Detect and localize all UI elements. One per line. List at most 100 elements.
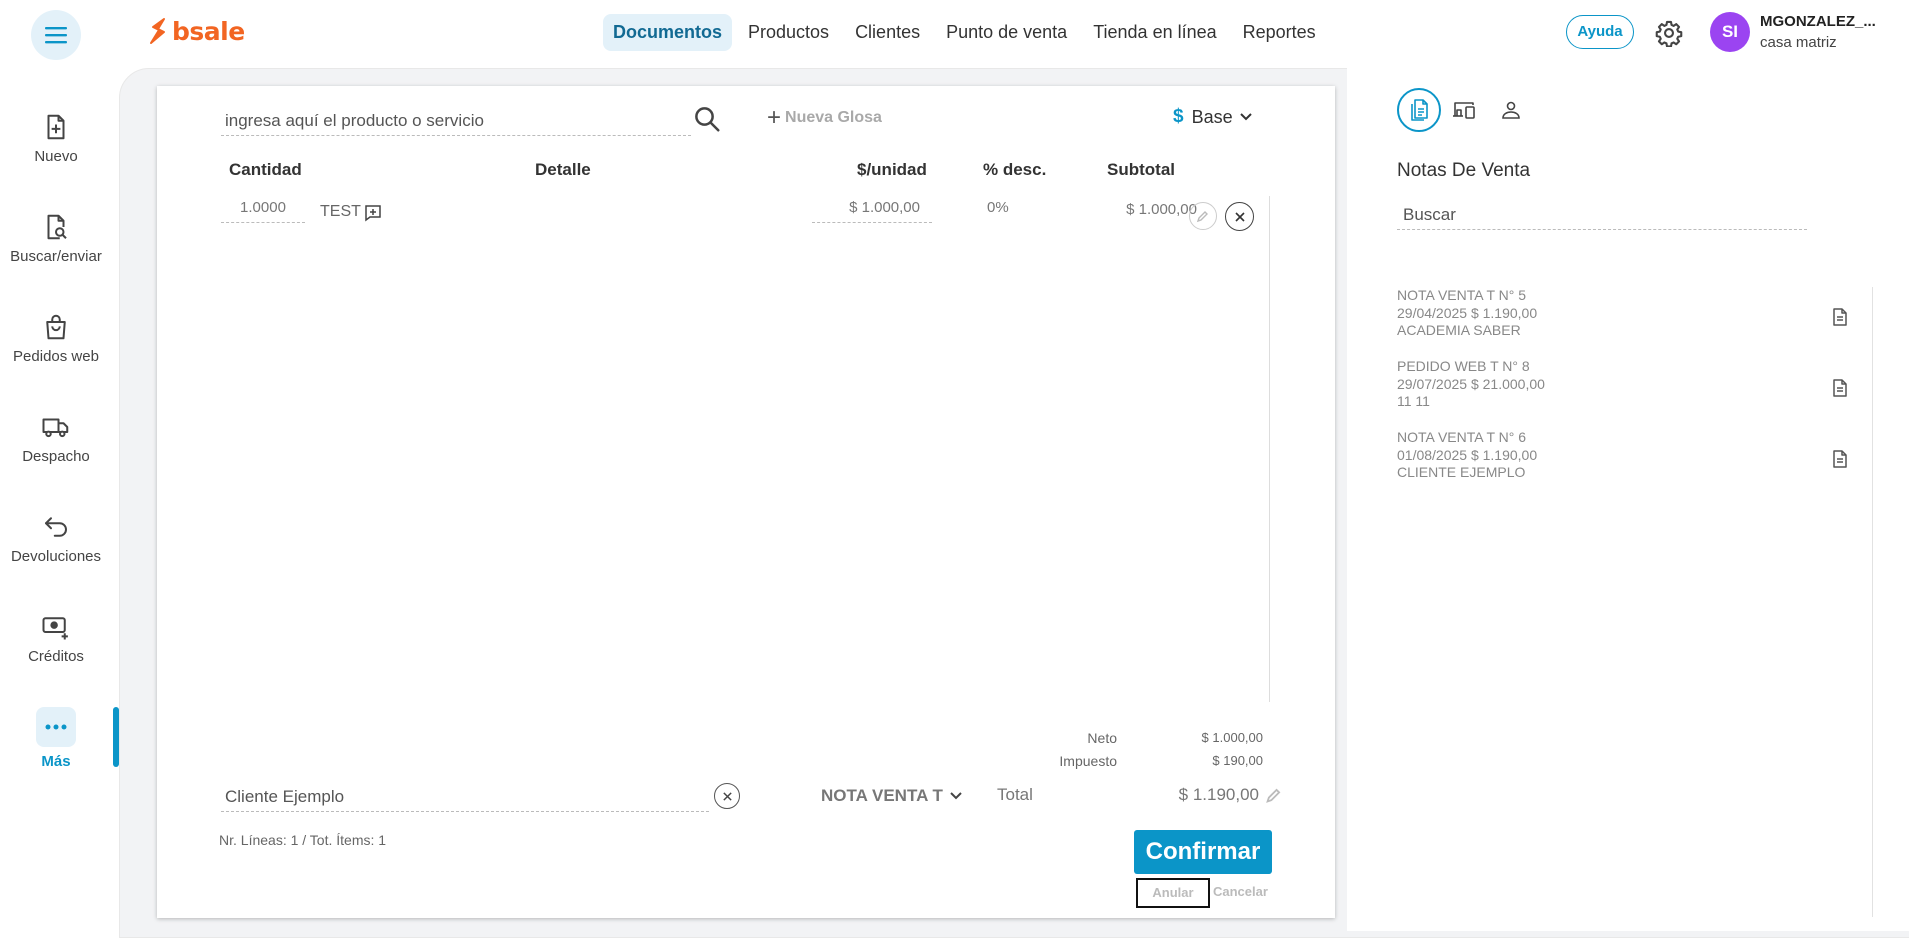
truck-icon — [42, 418, 69, 438]
lines-scroll-divider — [1269, 196, 1270, 702]
sidebar-item-devoluciones[interactable]: Devoluciones — [0, 512, 112, 565]
devices-icon — [1453, 102, 1475, 119]
tab-devices[interactable] — [1443, 88, 1487, 132]
pencil-icon[interactable] — [1265, 786, 1283, 804]
panel-scroll-divider — [1872, 287, 1873, 917]
bsale-logo-icon — [150, 18, 165, 44]
document-type-value: NOTA VENTA T — [821, 786, 943, 805]
price-list-select[interactable]: $ Base — [1173, 106, 1253, 128]
nueva-glosa-label: Nueva Glosa — [785, 109, 882, 126]
note-title: NOTA VENTA T N° 5 — [1397, 287, 1527, 303]
note-date-amount: 29/04/2025 $ 1.190,00 — [1397, 304, 1538, 321]
edit-line-button[interactable] — [1189, 202, 1217, 230]
nav-reportes[interactable]: Reportes — [1233, 14, 1326, 51]
more-box — [36, 707, 76, 747]
pencil-icon — [1196, 211, 1208, 223]
more-dots-icon — [45, 724, 67, 730]
user-branch: casa matriz — [1760, 34, 1837, 51]
sidebar-item-buscar-enviar[interactable]: Buscar/enviar — [0, 212, 112, 265]
plus-icon: + — [767, 104, 782, 131]
return-arrow-icon — [45, 517, 67, 537]
line-detail: TEST — [320, 203, 361, 220]
neto-value: $ 1.000,00 — [1201, 730, 1263, 745]
panel-title: Notas De Venta — [1397, 160, 1531, 181]
search-document-icon — [47, 214, 67, 240]
confirm-button[interactable]: Confirmar — [1134, 830, 1272, 874]
note-client: 11 11 — [1397, 393, 1430, 409]
sidebar-item-pedidos-web[interactable]: Pedidos web — [0, 312, 112, 365]
total-value: $ 1.190,00 — [1178, 785, 1259, 804]
product-search-input[interactable] — [221, 106, 691, 136]
note-client: CLIENTE EJEMPLO — [1397, 464, 1526, 480]
nav-documentos[interactable]: Documentos — [603, 14, 733, 51]
hamburger-menu-button[interactable] — [31, 10, 81, 60]
note-date-amount: 29/07/2025 $ 21.000,00 — [1397, 375, 1545, 392]
close-icon — [1234, 211, 1245, 222]
list-item[interactable]: NOTA VENTA T N° 5 29/04/2025 $ 1.190,00 … — [1397, 287, 1817, 340]
user-name[interactable]: MGONZALEZ_... — [1760, 13, 1876, 30]
column-header-detalle: Detalle — [535, 160, 591, 179]
line-quantity-field[interactable]: 1.0000 — [221, 199, 305, 223]
search-icon[interactable] — [692, 104, 722, 134]
line-subtotal: $ 1.000,00 — [1126, 201, 1197, 218]
right-panel: Notas De Venta NOTA VENTA T N° 5 29/04/2… — [1347, 68, 1909, 931]
sidebar-item-label: Devoluciones — [10, 548, 102, 565]
line-discount[interactable]: 0% — [987, 199, 1009, 216]
column-header-subtotal: Subtotal — [1107, 160, 1175, 179]
nav-productos[interactable]: Productos — [738, 14, 839, 51]
note-title: NOTA VENTA T N° 6 — [1397, 429, 1527, 445]
price-list-value: Base — [1191, 106, 1233, 127]
impuesto-label: Impuesto — [1059, 753, 1117, 769]
lines-count-info: Nr. Líneas: 1 / Tot. Ítems: 1 — [219, 832, 387, 848]
total-label: Total — [997, 785, 1033, 804]
document-card: + Nueva Glosa $ Base Cantidad Detalle $/… — [157, 86, 1335, 918]
chevron-down-icon — [950, 792, 962, 800]
nav-tienda-en-linea[interactable]: Tienda en línea — [1083, 14, 1226, 51]
help-button[interactable]: Ayuda — [1566, 15, 1634, 49]
column-header-unidad: $/unidad — [857, 160, 927, 179]
new-document-icon — [47, 114, 65, 140]
document-list-icon — [1411, 99, 1428, 121]
sidebar-item-label: Pedidos web — [13, 348, 99, 365]
sidebar-item-creditos[interactable]: Créditos — [0, 612, 112, 665]
shopping-bag-icon — [46, 314, 66, 340]
document-icon[interactable] — [1831, 449, 1849, 469]
sidebar-item-label: Nuevo — [34, 148, 78, 165]
impuesto-value: $ 190,00 — [1212, 753, 1263, 768]
sidebar-item-despacho[interactable]: Despacho — [0, 412, 112, 465]
client-input[interactable] — [221, 782, 709, 812]
sidebar-item-label: Despacho — [22, 448, 90, 465]
nav-punto-de-venta[interactable]: Punto de venta — [936, 14, 1077, 51]
tab-documents[interactable] — [1397, 88, 1441, 132]
sidebar-item-mas[interactable]: Más — [0, 707, 112, 770]
main-nav: Documentos Productos Clientes Punto de v… — [603, 14, 1332, 51]
money-plus-icon — [42, 617, 68, 640]
list-item[interactable]: NOTA VENTA T N° 6 01/08/2025 $ 1.190,00 … — [1397, 429, 1817, 482]
clear-client-button[interactable] — [714, 783, 740, 809]
anular-button[interactable]: Anular — [1136, 878, 1210, 908]
note-date-amount: 01/08/2025 $ 1.190,00 — [1397, 446, 1538, 463]
close-icon — [722, 791, 732, 801]
cancelar-button[interactable]: Cancelar — [1213, 884, 1268, 899]
document-type-select[interactable]: NOTA VENTA T — [821, 786, 963, 806]
currency-symbol: $ — [1173, 106, 1184, 127]
document-icon[interactable] — [1831, 378, 1849, 398]
brand-name: bsale — [172, 16, 245, 46]
bsale-logo[interactable]: bsale — [148, 14, 245, 48]
list-item[interactable]: PEDIDO WEB T N° 8 29/07/2025 $ 21.000,00… — [1397, 358, 1817, 411]
delete-line-button[interactable] — [1225, 202, 1254, 231]
nav-clientes[interactable]: Clientes — [845, 14, 930, 51]
sidebar-item-nuevo[interactable]: Nuevo — [0, 112, 112, 165]
person-icon — [1502, 101, 1520, 119]
line-unit-price-field[interactable]: $ 1.000,00 — [812, 199, 932, 223]
nueva-glosa-button[interactable]: + Nueva Glosa — [767, 104, 882, 131]
sidebar-item-label: Créditos — [28, 648, 84, 665]
document-icon[interactable] — [1831, 307, 1849, 327]
notes-search-input[interactable] — [1397, 200, 1807, 230]
add-comment-icon[interactable] — [364, 204, 382, 222]
gear-icon[interactable] — [1655, 19, 1683, 47]
tab-person[interactable] — [1489, 88, 1533, 132]
sidebar-item-label: Más — [41, 753, 71, 770]
note-client: ACADEMIA SABER — [1397, 322, 1521, 338]
avatar[interactable]: SI — [1710, 12, 1750, 52]
